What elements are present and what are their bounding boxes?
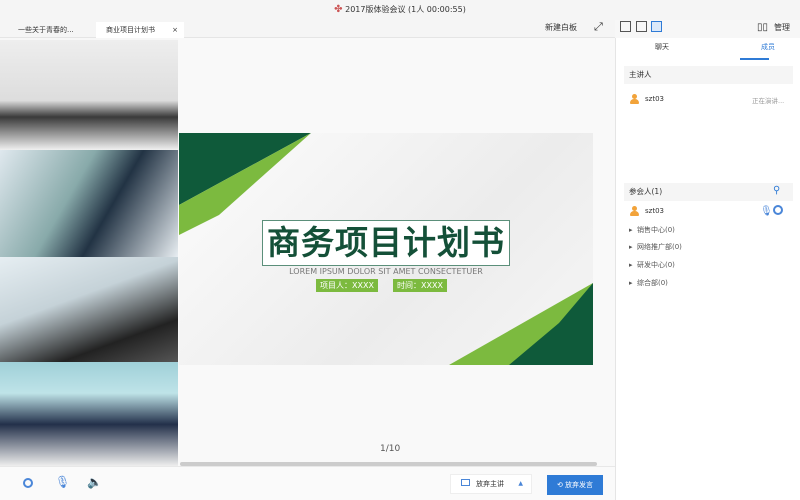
- slide: 商务项目计划书 LOREM IPSUM DOLOR SIT AMET CONSE…: [179, 133, 593, 365]
- caret-up-icon[interactable]: ▲: [518, 475, 523, 493]
- search-icon[interactable]: ⚲: [773, 185, 780, 196]
- fullscreen-icon[interactable]: ⤢: [594, 20, 603, 34]
- user-icon: [630, 206, 639, 216]
- camera-icon[interactable]: [773, 205, 783, 215]
- group-item[interactable]: ▸ 研发中心(0): [629, 260, 675, 270]
- tab-label: 商业项目计划书: [106, 26, 155, 34]
- close-icon[interactable]: ×: [172, 22, 178, 38]
- title-bar: ✤ 2017版体验会议 (1人 00:00:55): [0, 0, 800, 20]
- user-icon: [630, 94, 639, 104]
- video-tile[interactable]: [0, 150, 178, 257]
- layout-list-icon[interactable]: [651, 21, 662, 32]
- camera-toggle-icon[interactable]: [23, 478, 33, 488]
- group-item[interactable]: ▸ 销售中心(0): [629, 225, 675, 235]
- active-tab-indicator: [740, 58, 769, 60]
- presenter-row[interactable]: szt03: [630, 94, 664, 104]
- manage-icon[interactable]: ▯▯: [757, 22, 768, 33]
- new-whiteboard-button[interactable]: 新建白板: [545, 22, 577, 33]
- layout-grid-icon[interactable]: [620, 21, 631, 32]
- page-indicator: 1/10: [380, 444, 401, 454]
- microphone-toggle-icon[interactable]: 🎙: [55, 475, 70, 489]
- refresh-icon: ⟲: [556, 481, 563, 489]
- tab-members[interactable]: 成员: [738, 42, 798, 52]
- window-title: 2017版体验会议 (1人 00:00:55): [345, 5, 466, 14]
- slide-subtitle: LOREM IPSUM DOLOR SIT AMET CONSECTETUER: [289, 267, 483, 276]
- video-tile[interactable]: [0, 40, 178, 150]
- tab-document-1[interactable]: 一些关于青春的...: [8, 22, 84, 38]
- tab-bar: 一些关于青春的... 商业项目计划书 ×: [0, 20, 615, 38]
- group-label: 研发中心(0): [636, 261, 675, 269]
- give-up-speaking-label: 放弃发言: [565, 481, 594, 489]
- time-badge: 时间：XXXX: [393, 279, 447, 292]
- tab-document-2[interactable]: 商业项目计划书 ×: [96, 22, 184, 38]
- video-tile[interactable]: [0, 257, 178, 362]
- presenter-badge: 项目人：XXXX: [316, 279, 378, 292]
- video-tiles: [0, 38, 178, 466]
- group-item[interactable]: ▸ 综合部(0): [629, 278, 668, 288]
- speaker-icon[interactable]: 🔈: [87, 475, 102, 489]
- video-tile[interactable]: [0, 362, 178, 466]
- group-item[interactable]: ▸ 网络推广部(0): [629, 242, 682, 252]
- right-panel: 聊天 成员 主讲人 szt03 正在演讲... 参会人(1) ⚲ szt03 🎙…: [615, 38, 800, 500]
- app-logo-icon: ✤: [334, 4, 343, 15]
- give-up-presenter-button[interactable]: 放弃主讲 ▲: [450, 474, 532, 494]
- group-label: 综合部(0): [636, 279, 668, 287]
- give-up-presenter-label: 放弃主讲: [476, 480, 504, 488]
- presenter-name: szt03: [645, 95, 664, 103]
- give-up-speaking-button[interactable]: ⟲ 放弃发言: [547, 475, 603, 495]
- participants-header: 参会人(1): [624, 183, 793, 201]
- bottom-toolbar: 🎙 🔈 放弃主讲 ▲ ⟲ 放弃发言: [0, 466, 615, 500]
- tab-label: 一些关于青春的...: [18, 26, 74, 34]
- participant-name: szt03: [645, 207, 664, 215]
- slide-title: 商务项目计划书: [262, 220, 510, 266]
- participant-row[interactable]: szt03: [630, 206, 664, 216]
- manage-button[interactable]: 管理: [774, 22, 790, 33]
- whiteboard-icon: [461, 479, 470, 486]
- microphone-icon[interactable]: 🎙: [760, 206, 773, 217]
- presenter-header: 主讲人: [624, 66, 793, 84]
- group-label: 网络推广部(0): [636, 243, 682, 251]
- group-label: 销售中心(0): [636, 226, 675, 234]
- tab-chat[interactable]: 聊天: [632, 42, 692, 52]
- presenter-status: 正在演讲...: [752, 97, 785, 105]
- layout-side-icon[interactable]: [636, 21, 647, 32]
